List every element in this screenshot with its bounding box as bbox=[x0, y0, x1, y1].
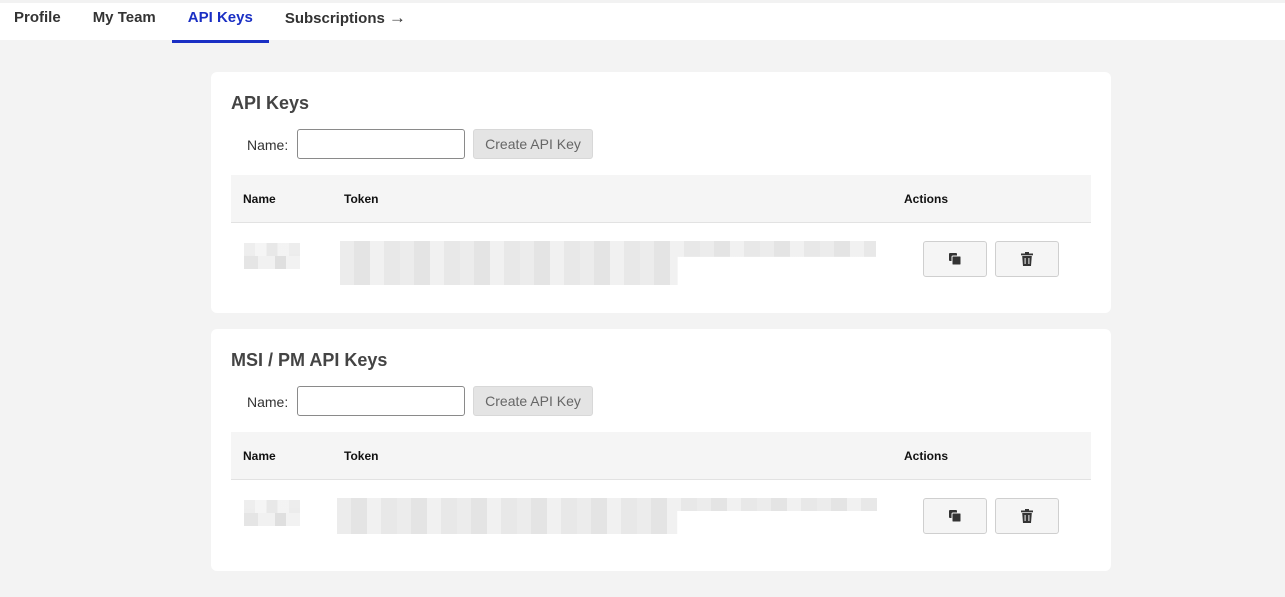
redacted-key-name bbox=[244, 243, 300, 269]
copy-token-button[interactable] bbox=[923, 241, 987, 277]
msi-key-name-input[interactable] bbox=[297, 386, 465, 416]
tab-profile[interactable]: Profile bbox=[0, 3, 77, 40]
arrow-right-icon: → bbox=[388, 8, 406, 27]
trash-icon bbox=[1021, 252, 1033, 266]
delete-key-button[interactable] bbox=[995, 498, 1059, 534]
redacted-token bbox=[340, 241, 876, 285]
column-header-token: Token bbox=[344, 192, 379, 206]
section-title: API Keys bbox=[231, 93, 310, 113]
copy-icon bbox=[948, 509, 962, 523]
column-header-actions: Actions bbox=[904, 192, 949, 206]
copy-token-button[interactable] bbox=[923, 498, 987, 534]
msi-pm-api-keys-card: MSI / PM API Keys Name: Create API Key N… bbox=[211, 329, 1111, 571]
redacted-key-name bbox=[244, 500, 300, 526]
tab-label: API Keys bbox=[187, 9, 253, 26]
table-row bbox=[231, 480, 1091, 550]
column-header-name: Name bbox=[243, 449, 276, 463]
name-label: Name: bbox=[247, 137, 289, 153]
column-header-actions: Actions bbox=[904, 449, 949, 463]
table-header: Name Token Actions bbox=[231, 175, 1091, 223]
tab-api-keys[interactable]: API Keys bbox=[171, 3, 269, 43]
create-api-key-button[interactable]: Create API Key bbox=[473, 129, 593, 159]
column-header-name: Name bbox=[243, 192, 276, 206]
redacted-token bbox=[337, 498, 877, 534]
table-row bbox=[231, 223, 1091, 293]
trash-icon bbox=[1021, 509, 1033, 523]
section-title: MSI / PM API Keys bbox=[231, 350, 388, 370]
delete-key-button[interactable] bbox=[995, 241, 1059, 277]
table-header: Name Token Actions bbox=[231, 432, 1091, 480]
tab-label: Subscriptions bbox=[284, 10, 385, 27]
copy-icon bbox=[948, 252, 962, 266]
api-keys-card: API Keys Name: Create API Key Name Token… bbox=[211, 72, 1111, 313]
tab-my-team[interactable]: My Team bbox=[77, 3, 172, 40]
name-label: Name: bbox=[247, 394, 289, 410]
tab-bar: Profile My Team API Keys Subscriptions → bbox=[0, 3, 422, 43]
api-key-name-input[interactable] bbox=[297, 129, 465, 159]
column-header-token: Token bbox=[344, 449, 379, 463]
create-api-key-button[interactable]: Create API Key bbox=[473, 386, 593, 416]
tab-label: Profile bbox=[14, 9, 61, 26]
top-navigation: Profile My Team API Keys Subscriptions → bbox=[0, 0, 1285, 43]
tab-label: My Team bbox=[92, 9, 156, 26]
tab-subscriptions[interactable]: Subscriptions → bbox=[269, 3, 422, 40]
